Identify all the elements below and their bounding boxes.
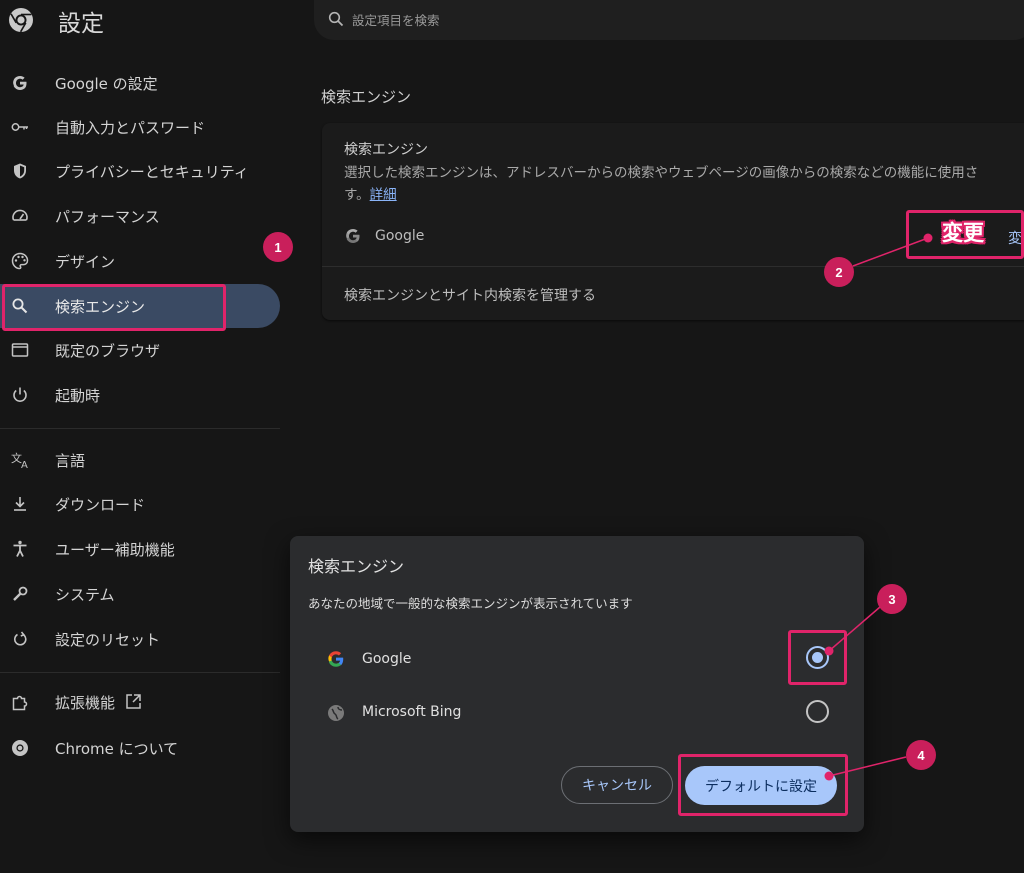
settings-search-input[interactable] bbox=[352, 9, 952, 31]
google-g-icon bbox=[11, 74, 29, 92]
sidebar-item-accessibility[interactable]: ユーザー補助機能 bbox=[0, 527, 280, 571]
sidebar-item-languages[interactable]: 文A 言語 bbox=[0, 438, 280, 482]
sidebar-item-system[interactable]: システム bbox=[0, 572, 280, 616]
sidebar-item-downloads[interactable]: ダウンロード bbox=[0, 482, 280, 526]
sidebar-item-autofill[interactable]: 自動入力とパスワード bbox=[0, 105, 280, 149]
sidebar-item-label: 設定のリセット bbox=[55, 630, 161, 649]
sidebar-item-label: ユーザー補助機能 bbox=[55, 540, 175, 559]
download-icon bbox=[11, 495, 29, 513]
speedometer-icon bbox=[11, 207, 29, 225]
sidebar-item-text: 拡張機能 bbox=[55, 694, 116, 712]
power-icon bbox=[11, 386, 29, 404]
sidebar-item-label: 起動時 bbox=[55, 386, 101, 405]
step-badge-4: 4 bbox=[906, 740, 936, 770]
sidebar-item-label: システム bbox=[55, 585, 115, 604]
sidebar-item-on-startup[interactable]: 起動時 bbox=[0, 373, 280, 417]
sidebar-item-privacy[interactable]: プライバシーとセキュリティ bbox=[0, 149, 280, 193]
dialog-title: 検索エンジン bbox=[308, 557, 405, 576]
sidebar-item-label: パフォーマンス bbox=[55, 207, 160, 226]
sidebar-item-extensions[interactable]: 拡張機能 bbox=[0, 681, 280, 725]
key-icon bbox=[11, 118, 29, 136]
sidebar-item-label: Chrome について bbox=[55, 739, 179, 758]
settings-search-bar[interactable] bbox=[314, 0, 1024, 40]
shield-icon bbox=[11, 162, 29, 180]
chrome-logo-icon bbox=[8, 7, 34, 33]
current-engine-name: Google bbox=[375, 228, 425, 244]
sidebar-divider bbox=[0, 428, 280, 429]
sidebar-item-label: 既定のブラウザ bbox=[55, 341, 161, 360]
sidebar-divider bbox=[0, 672, 280, 673]
step-badge-1: 1 bbox=[263, 232, 293, 262]
open-in-new-icon bbox=[125, 693, 142, 714]
translate-icon: 文A bbox=[11, 451, 29, 469]
sidebar-item-default-browser[interactable]: 既定のブラウザ bbox=[0, 328, 280, 372]
step-badge-2: 2 bbox=[824, 257, 854, 287]
highlight-box-radio bbox=[788, 630, 847, 685]
dialog-subtitle: あなたの地域で一般的な検索エンジンが表示されています bbox=[308, 596, 633, 611]
palette-icon bbox=[11, 252, 29, 270]
option-label-bing: Microsoft Bing bbox=[362, 704, 462, 720]
cancel-button[interactable]: キャンセル bbox=[561, 766, 673, 804]
globe-icon bbox=[326, 703, 346, 723]
option-label-google: Google bbox=[362, 651, 412, 667]
puzzle-icon bbox=[11, 694, 29, 712]
sidebar-item-about-chrome[interactable]: Chrome について bbox=[0, 726, 280, 770]
step-badge-3: 3 bbox=[877, 584, 907, 614]
sidebar-item-label: 自動入力とパスワード bbox=[55, 118, 206, 137]
sidebar-item-design[interactable]: デザイン bbox=[0, 239, 280, 283]
highlight-box-default-button bbox=[678, 754, 848, 816]
sidebar-item-performance[interactable]: パフォーマンス bbox=[0, 194, 280, 238]
radio-bing[interactable] bbox=[806, 700, 829, 723]
reset-icon bbox=[11, 630, 29, 648]
card-description: 選択した検索エンジンは、アドレスバーからの検索やウェブページの画像からの検索など… bbox=[344, 162, 1024, 206]
browser-window-icon bbox=[11, 341, 29, 359]
card-title: 検索エンジン bbox=[344, 142, 428, 158]
sidebar-item-label: Google の設定 bbox=[55, 74, 158, 93]
google-g-icon bbox=[326, 649, 346, 669]
section-title: 検索エンジン bbox=[321, 88, 412, 106]
search-icon bbox=[328, 11, 344, 27]
wrench-icon bbox=[11, 585, 29, 603]
sidebar-item-label: 言語 bbox=[55, 451, 86, 470]
highlight-box-search-engine bbox=[2, 284, 226, 331]
details-link[interactable]: 詳細 bbox=[370, 187, 397, 203]
sidebar-item-label: ダウンロード bbox=[55, 495, 146, 514]
google-g-icon bbox=[344, 227, 362, 249]
callout-text-change: 変更 bbox=[942, 221, 984, 245]
accessibility-icon bbox=[11, 540, 29, 558]
sidebar-item-reset[interactable]: 設定のリセット bbox=[0, 617, 280, 661]
card-divider bbox=[322, 266, 1024, 267]
sidebar-item-google-settings[interactable]: Google の設定 bbox=[0, 61, 280, 105]
sidebar-item-label: デザイン bbox=[55, 252, 116, 271]
description-text: 選択した検索エンジンは、アドレスバーからの検索やウェブページの画像からの検索など… bbox=[344, 165, 979, 181]
manage-search-engines-link[interactable]: 検索エンジンとサイト内検索を管理する bbox=[344, 285, 596, 305]
sidebar-item-label: 拡張機能 bbox=[55, 692, 142, 714]
page-title: 設定 bbox=[58, 11, 104, 37]
svg-text:A: A bbox=[21, 460, 28, 469]
sidebar-item-label: プライバシーとセキュリティ bbox=[55, 162, 249, 181]
chrome-logo-icon bbox=[11, 739, 29, 757]
description-text-cont: す。 bbox=[344, 187, 370, 203]
